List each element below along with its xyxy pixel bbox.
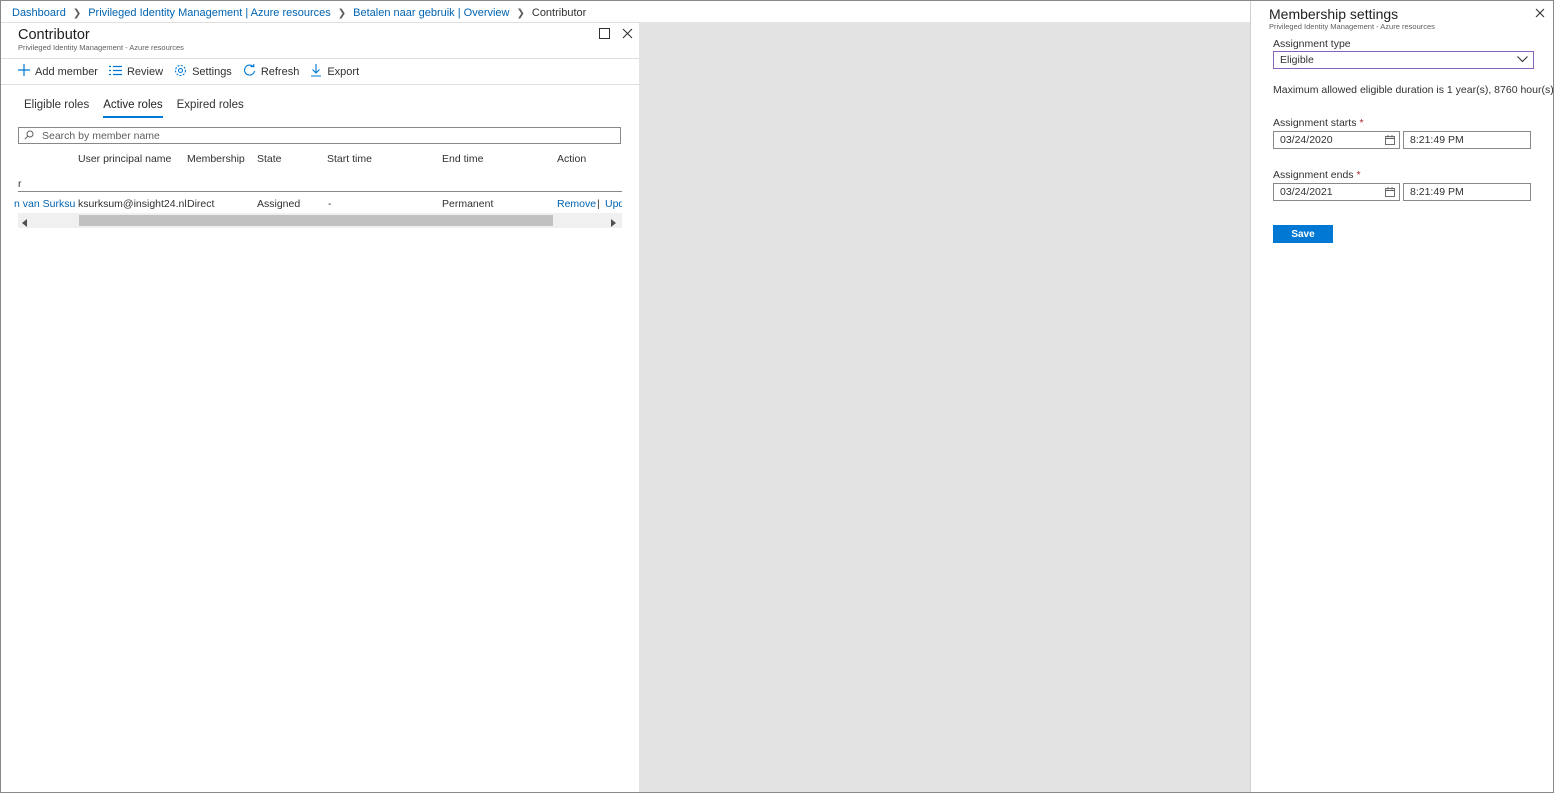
close-icon[interactable] bbox=[1535, 7, 1546, 18]
command-bar: Add member Review Settings Refresh Expor… bbox=[1, 58, 639, 85]
contributor-blade: Contributor Privileged Identity Manageme… bbox=[1, 22, 639, 792]
start-date-value: 03/24/2020 bbox=[1280, 134, 1333, 146]
required-mark: * bbox=[1359, 117, 1364, 129]
export-button[interactable]: Export bbox=[310, 63, 360, 80]
search-box bbox=[18, 127, 621, 144]
settings-button[interactable]: Settings bbox=[174, 64, 232, 80]
table-row: n van Surksum ksurksum@insight24.nl Dire… bbox=[14, 193, 622, 214]
tab-eligible-roles[interactable]: Eligible roles bbox=[24, 99, 89, 118]
panel-title: Membership settings bbox=[1269, 6, 1399, 22]
column-header-end-time[interactable]: End time bbox=[442, 153, 483, 165]
close-icon[interactable] bbox=[622, 28, 636, 42]
cell-end-time: Permanent bbox=[442, 198, 494, 210]
duration-info-text: Maximum allowed eligible duration is 1 y… bbox=[1273, 84, 1554, 96]
review-button[interactable]: Review bbox=[108, 65, 164, 79]
save-button[interactable]: Save bbox=[1273, 225, 1333, 243]
tab-expired-roles[interactable]: Expired roles bbox=[177, 99, 244, 118]
cell-membership: Direct bbox=[187, 198, 215, 210]
scroll-right-icon[interactable] bbox=[610, 216, 618, 227]
update-link[interactable]: Upd bbox=[605, 198, 622, 210]
column-header-action[interactable]: Action bbox=[557, 153, 586, 165]
start-time-field[interactable]: 8:21:49 PM bbox=[1403, 131, 1531, 149]
horizontal-scrollbar[interactable] bbox=[18, 213, 622, 228]
download-icon bbox=[310, 63, 327, 80]
column-header-membership[interactable]: Membership bbox=[187, 153, 245, 165]
chevron-right-icon: ❯ bbox=[516, 7, 525, 19]
search-icon bbox=[24, 129, 34, 143]
end-time-field[interactable]: 8:21:49 PM bbox=[1403, 183, 1531, 201]
required-mark: * bbox=[1356, 169, 1361, 181]
add-member-label: Add member bbox=[35, 65, 98, 78]
start-date-field[interactable]: 03/24/2020 bbox=[1273, 131, 1400, 149]
assignment-ends-text: Assignment ends bbox=[1273, 169, 1354, 181]
column-header-start-time[interactable]: Start time bbox=[327, 153, 372, 165]
assignment-ends-label: Assignment ends * bbox=[1273, 169, 1361, 181]
plus-icon bbox=[18, 64, 35, 79]
end-time-value: 8:21:49 PM bbox=[1410, 186, 1464, 198]
maximize-icon[interactable] bbox=[599, 28, 613, 42]
start-time-value: 8:21:49 PM bbox=[1410, 134, 1464, 146]
tab-active-roles[interactable]: Active roles bbox=[103, 99, 163, 118]
remove-link[interactable]: Remove bbox=[557, 198, 596, 210]
refresh-icon bbox=[243, 62, 261, 80]
scroll-left-icon[interactable] bbox=[22, 216, 30, 227]
assignment-type-dropdown[interactable]: Eligible bbox=[1273, 51, 1534, 69]
breadcrumb-pim[interactable]: Privileged Identity Management | Azure r… bbox=[88, 7, 331, 19]
assignment-starts-label: Assignment starts * bbox=[1273, 117, 1364, 129]
assignment-type-label: Assignment type bbox=[1273, 38, 1351, 50]
breadcrumb-subscription[interactable]: Betalen naar gebruik | Overview bbox=[353, 7, 509, 19]
breadcrumb: Dashboard ❯ Privileged Identity Manageme… bbox=[12, 6, 586, 20]
role-tabs: Eligible roles Active roles Expired role… bbox=[24, 99, 258, 118]
review-label: Review bbox=[126, 65, 164, 78]
chevron-right-icon: ❯ bbox=[337, 7, 347, 19]
member-name-link[interactable]: n van Surksum bbox=[14, 198, 76, 210]
cell-upn: ksurksum@insight24.nl bbox=[78, 198, 187, 210]
gear-icon bbox=[174, 64, 192, 80]
chevron-right-icon: ❯ bbox=[72, 7, 82, 19]
end-date-value: 03/24/2021 bbox=[1280, 186, 1333, 198]
refresh-label: Refresh bbox=[260, 65, 300, 78]
end-date-field[interactable]: 03/24/2021 bbox=[1273, 183, 1400, 201]
panel-subtitle: Privileged Identity Management - Azure r… bbox=[1269, 22, 1435, 31]
add-member-button[interactable]: Add member bbox=[18, 64, 98, 79]
breadcrumb-dashboard[interactable]: Dashboard bbox=[12, 7, 66, 19]
settings-label: Settings bbox=[192, 65, 232, 78]
cell-start-time: - bbox=[328, 198, 332, 210]
page-subtitle: Privileged Identity Management - Azure r… bbox=[18, 43, 184, 52]
action-separator: | bbox=[597, 198, 600, 210]
refresh-button[interactable]: Refresh bbox=[243, 62, 300, 80]
export-label: Export bbox=[327, 65, 360, 78]
breadcrumb-current: Contributor bbox=[531, 7, 587, 19]
scrollbar-thumb[interactable] bbox=[79, 215, 553, 226]
modal-overlay[interactable] bbox=[639, 22, 1250, 792]
cell-state: Assigned bbox=[257, 198, 301, 210]
membership-settings-panel: Membership settings Privileged Identity … bbox=[1250, 1, 1554, 792]
column-header-upn[interactable]: User principal name bbox=[78, 153, 171, 165]
table-group-label: r bbox=[18, 178, 22, 190]
assignment-starts-text: Assignment starts bbox=[1273, 117, 1357, 129]
header-divider bbox=[18, 191, 622, 192]
page-title: Contributor bbox=[18, 27, 90, 43]
search-input[interactable] bbox=[42, 129, 602, 142]
assignment-type-value: Eligible bbox=[1280, 54, 1314, 66]
column-header-state[interactable]: State bbox=[257, 153, 282, 165]
checklist-icon bbox=[108, 65, 127, 79]
